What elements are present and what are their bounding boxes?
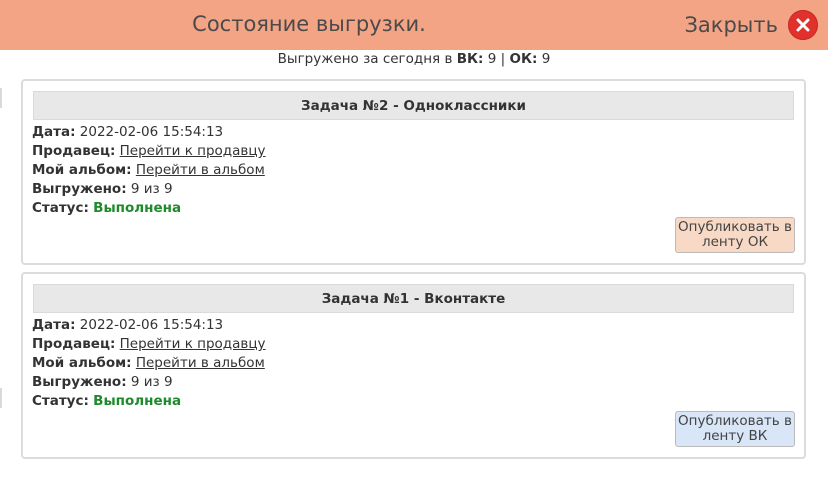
seller-row: Продавец: Перейти к продавцу <box>32 142 266 161</box>
summary-ok-label: ОК: <box>509 51 538 67</box>
date-label: Дата: <box>32 317 76 333</box>
uploaded-row: Выгружено: 9 из 9 <box>32 180 266 199</box>
task-details: Дата: 2022-02-06 15:54:13 Продавец: Пере… <box>32 316 266 411</box>
album-link[interactable]: Перейти в альбом <box>136 355 265 371</box>
uploaded-row: Выгружено: 9 из 9 <box>32 373 266 392</box>
summary-ok-count: 9 <box>541 51 551 67</box>
album-row: Мой альбом: Перейти в альбом <box>32 354 266 373</box>
status-value: Выполнена <box>93 393 182 409</box>
close-icon[interactable] <box>788 10 818 40</box>
seller-label: Продавец: <box>32 143 116 159</box>
summary-prefix: Выгружено за сегодня в <box>277 51 453 67</box>
status-row: Статус: Выполнена <box>32 199 266 218</box>
summary-vk-label: ВК: <box>456 51 484 67</box>
date-value: 2022-02-06 15:54:13 <box>79 124 224 140</box>
date-label: Дата: <box>32 124 76 140</box>
date-value: 2022-02-06 15:54:13 <box>79 317 224 333</box>
uploaded-label: Выгружено: <box>32 374 127 390</box>
left-edge-mark <box>0 88 2 108</box>
task-card-ok: Задача №2 - Одноклассники Дата: 2022-02-… <box>21 79 806 265</box>
left-edge-mark <box>0 388 2 408</box>
album-label: Мой альбом: <box>32 162 132 178</box>
album-link[interactable]: Перейти в альбом <box>136 162 265 178</box>
dialog-header: Состояние выгрузки. Закрыть <box>0 0 828 50</box>
album-label: Мой альбом: <box>32 355 132 371</box>
seller-row: Продавец: Перейти к продавцу <box>32 335 266 354</box>
upload-summary: Выгружено за сегодня в ВК: 9 | ОК: 9 <box>0 51 828 67</box>
album-row: Мой альбом: Перейти в альбом <box>32 161 266 180</box>
close-button[interactable]: Закрыть <box>684 9 818 41</box>
close-label: Закрыть <box>684 13 778 37</box>
summary-separator: | <box>500 51 506 67</box>
publish-vk-button[interactable]: Опубликовать в ленту ВК <box>675 411 795 447</box>
status-value: Выполнена <box>93 200 182 216</box>
uploaded-value: 9 из 9 <box>130 374 173 390</box>
task-details: Дата: 2022-02-06 15:54:13 Продавец: Пере… <box>32 123 266 218</box>
seller-label: Продавец: <box>32 336 116 352</box>
publish-ok-button[interactable]: Опубликовать в ленту ОК <box>675 217 795 253</box>
task-card-vk: Задача №1 - Вконтакте Дата: 2022-02-06 1… <box>21 272 806 459</box>
dialog-title: Состояние выгрузки. <box>192 12 426 36</box>
status-label: Статус: <box>32 200 89 216</box>
task-title: Задача №2 - Одноклассники <box>33 91 794 120</box>
status-row: Статус: Выполнена <box>32 392 266 411</box>
date-row: Дата: 2022-02-06 15:54:13 <box>32 316 266 335</box>
seller-link[interactable]: Перейти к продавцу <box>120 143 266 159</box>
uploaded-label: Выгружено: <box>32 181 127 197</box>
seller-link[interactable]: Перейти к продавцу <box>120 336 266 352</box>
status-label: Статус: <box>32 393 89 409</box>
task-title: Задача №1 - Вконтакте <box>33 284 794 313</box>
uploaded-value: 9 из 9 <box>130 181 173 197</box>
summary-vk-count: 9 <box>487 51 497 67</box>
date-row: Дата: 2022-02-06 15:54:13 <box>32 123 266 142</box>
